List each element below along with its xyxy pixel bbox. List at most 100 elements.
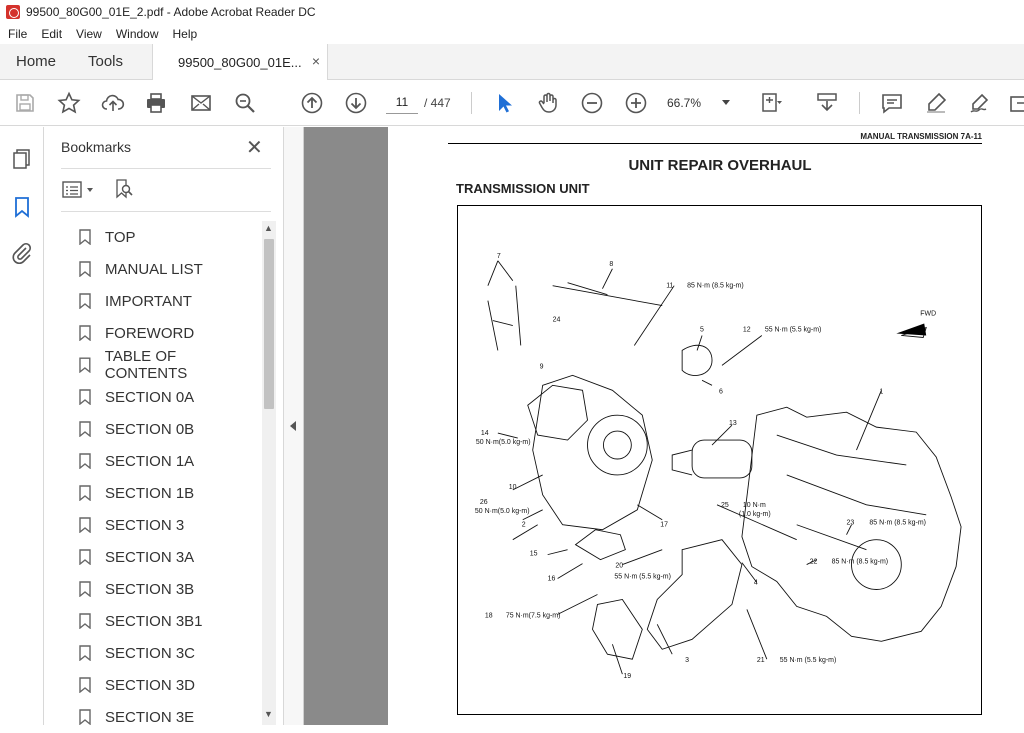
menu-help[interactable]: Help <box>167 27 204 41</box>
bookmark-item[interactable]: SECTION 3A <box>74 541 260 573</box>
bookmark-item[interactable]: SECTION 1A <box>74 445 260 477</box>
bookmark-label: IMPORTANT <box>105 292 192 310</box>
zoom-in-icon[interactable] <box>624 91 648 115</box>
save-icon[interactable] <box>13 91 37 115</box>
page-fit-icon[interactable] <box>760 91 784 115</box>
bookmark-label: SECTION 3C <box>105 644 196 662</box>
bookmark-label: SECTION 1A <box>105 452 195 470</box>
print-icon[interactable] <box>144 91 168 115</box>
tab-document[interactable]: 99500_80G00_01E... × <box>152 44 328 81</box>
torque-25: 10 N·m <box>743 502 766 509</box>
scroll-down-icon[interactable]: ▼ <box>264 709 273 719</box>
bookmark-item[interactable]: SECTION 3D <box>74 669 260 701</box>
torque-20: 55 N·m (5.5 kg-m) <box>614 574 671 581</box>
page-thumbnails-icon[interactable] <box>10 147 34 171</box>
tab-tools[interactable]: Tools <box>88 53 123 70</box>
label-7: 7 <box>497 253 501 260</box>
label-4: 4 <box>754 580 758 587</box>
bookmark-icon <box>79 581 91 597</box>
email-icon[interactable] <box>189 91 213 115</box>
menu-window[interactable]: Window <box>110 27 165 41</box>
label-6: 6 <box>719 388 723 395</box>
bookmark-item[interactable]: SECTION 3C <box>74 637 260 669</box>
torque-22: 85 N·m (8.5 kg-m) <box>832 559 889 566</box>
highlight-pen-icon[interactable] <box>924 91 948 115</box>
bookmarks-panel: Bookmarks ✕ TOP MANUAL LIST IMPORTANT FOREW… <box>44 127 284 726</box>
bookmark-icon <box>79 261 91 277</box>
attachment-icon[interactable] <box>10 241 34 265</box>
tab-home[interactable]: Home <box>16 53 56 70</box>
close-icon[interactable]: ✕ <box>246 135 263 160</box>
bookmark-label: SECTION 0A <box>105 388 195 406</box>
zoom-search-icon[interactable] <box>233 91 257 115</box>
scroll-up-icon[interactable]: ▲ <box>264 223 273 233</box>
scroll-mode-icon[interactable] <box>815 91 839 115</box>
bookmark-item[interactable]: SECTION 0A <box>74 381 260 413</box>
bookmark-item[interactable]: TABLE OF CONTENTS <box>74 348 260 382</box>
hand-tool-icon[interactable] <box>536 91 560 115</box>
bookmark-item[interactable]: SECTION 3 <box>74 509 260 541</box>
page-number-input[interactable]: 11 <box>386 90 418 114</box>
running-head: MANUAL TRANSMISSION 7A-11 <box>448 132 982 144</box>
label-13: 13 <box>729 420 737 427</box>
bookmark-item[interactable]: SECTION 3B <box>74 573 260 605</box>
bookmark-icon <box>79 453 91 469</box>
bookmark-item[interactable]: FOREWORD <box>74 317 260 349</box>
zoom-out-icon[interactable] <box>580 91 604 115</box>
torque-18: 75 N·m(7.5 kg-m) <box>506 612 561 619</box>
label-19: 19 <box>623 673 631 680</box>
label-8: 8 <box>609 261 613 268</box>
previous-page-icon[interactable] <box>300 91 324 115</box>
find-bookmark-icon[interactable] <box>114 179 134 199</box>
collapse-panel-handle[interactable] <box>284 127 304 725</box>
comment-icon[interactable] <box>880 91 904 115</box>
bookmark-label: SECTION 3B1 <box>105 612 203 630</box>
bookmark-label: TOP <box>105 228 136 246</box>
bookmark-item[interactable]: SECTION 1B <box>74 477 260 509</box>
label-26: 26 <box>480 499 488 506</box>
zoom-level-select[interactable]: 66.7% <box>667 96 701 110</box>
sign-icon[interactable] <box>968 91 992 115</box>
star-icon[interactable] <box>57 91 81 115</box>
bookmark-item[interactable]: MANUAL LIST <box>74 253 260 285</box>
menu-edit[interactable]: Edit <box>35 27 68 41</box>
pdf-page: MANUAL TRANSMISSION 7A-11 UNIT REPAIR OV… <box>388 127 1024 725</box>
select-cursor-icon[interactable] <box>492 91 516 115</box>
close-tab-icon[interactable]: × <box>312 53 320 69</box>
bookmark-label: SECTION 1B <box>105 484 195 502</box>
torque-21: 55 N·m (5.5 kg-m) <box>780 657 837 664</box>
fwd-label: FWD <box>920 311 936 318</box>
menu-file[interactable]: File <box>2 27 33 41</box>
bookmark-icon <box>79 645 91 661</box>
next-page-icon[interactable] <box>344 91 368 115</box>
chevron-down-icon[interactable] <box>722 100 730 105</box>
bookmark-label: MANUAL LIST <box>105 260 203 278</box>
menu-bar: File Edit View Window Help <box>0 24 1024 44</box>
bookmark-panel-icon[interactable] <box>10 195 34 219</box>
menu-view[interactable]: View <box>70 27 108 41</box>
label-12: 12 <box>743 327 751 334</box>
toolbar-divider <box>471 92 472 114</box>
torque-14: 50 N·m(5.0 kg-m) <box>476 439 531 446</box>
bookmark-icon <box>79 357 91 373</box>
bookmark-item[interactable]: SECTION 3B1 <box>74 605 260 637</box>
chevron-left-icon[interactable] <box>290 421 296 431</box>
document-viewer[interactable]: MANUAL TRANSMISSION 7A-11 UNIT REPAIR OV… <box>304 127 1024 725</box>
label-9: 9 <box>540 363 544 370</box>
label-11: 11 <box>666 283 673 290</box>
window-title: 99500_80G00_01E_2.pdf - Adobe Acrobat Re… <box>26 5 316 19</box>
bookmark-options-icon[interactable] <box>62 180 98 200</box>
bookmark-item[interactable]: SECTION 0B <box>74 413 260 445</box>
bookmark-icon <box>79 485 91 501</box>
upload-cloud-icon[interactable] <box>101 91 125 115</box>
scrollbar-thumb[interactable] <box>264 239 274 409</box>
bookmark-item[interactable]: TOP <box>74 221 260 253</box>
page-subheading: TRANSMISSION UNIT <box>456 181 590 196</box>
share-icon[interactable] <box>1008 91 1024 115</box>
label-24: 24 <box>553 317 561 324</box>
tab-bar: Home Tools 99500_80G00_01E... × <box>0 44 1024 81</box>
bookmark-icon <box>79 421 91 437</box>
bookmark-item[interactable]: IMPORTANT <box>74 285 260 317</box>
torque-23: 85 N·m (8.5 kg-m) <box>869 520 926 527</box>
bookmark-item[interactable]: SECTION 3E <box>74 701 260 733</box>
